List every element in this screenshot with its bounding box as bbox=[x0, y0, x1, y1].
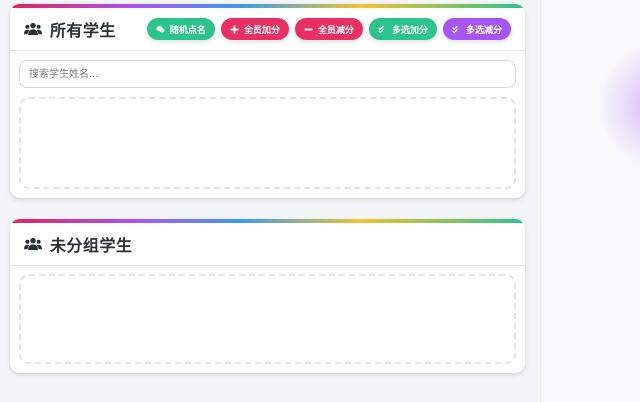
main-panel: 所有学生 随机点名 全员加分 全员减分 多选加分 多选减分 搜索学生姓名... … bbox=[0, 0, 540, 402]
student-list-dropzone[interactable] bbox=[19, 97, 516, 189]
search-wrapper bbox=[10, 51, 525, 88]
decorative-glow bbox=[601, 40, 640, 170]
multi-select-subtract-label: 多选减分 bbox=[465, 25, 502, 36]
card-header: 所有学生 随机点名 全员加分 全员减分 多选加分 多选减分 bbox=[10, 8, 525, 51]
double-check-icon bbox=[378, 25, 384, 33]
side-panel bbox=[540, 0, 640, 402]
random-call-label: 随机点名 bbox=[169, 25, 206, 36]
ungrouped-dropzone[interactable] bbox=[19, 274, 516, 364]
minus-icon bbox=[304, 28, 313, 30]
chat-bubble-icon bbox=[156, 25, 165, 33]
ungrouped-students-title: 未分组学生 bbox=[50, 236, 133, 255]
plus-icon bbox=[230, 24, 239, 34]
multi-select-add-label: 多选加分 bbox=[391, 25, 428, 36]
subtract-all-points-label: 全员减分 bbox=[317, 25, 354, 36]
multi-select-add-button[interactable]: 多选加分 bbox=[368, 18, 437, 40]
ungrouped-students-card: 未分组学生 bbox=[10, 219, 525, 373]
action-buttons: 随机点名 全员加分 全员减分 多选加分 多选减分 bbox=[146, 18, 511, 40]
users-icon bbox=[24, 237, 42, 250]
card-header: 未分组学生 bbox=[10, 223, 525, 266]
users-icon bbox=[24, 22, 42, 35]
app-window: 所有学生 随机点名 全员加分 全员减分 多选加分 多选减分 搜索学生姓名... … bbox=[0, 0, 640, 402]
all-students-title: 所有学生 bbox=[50, 21, 117, 40]
student-search-input[interactable] bbox=[19, 60, 516, 88]
double-check-icon bbox=[452, 25, 458, 33]
random-call-button[interactable]: 随机点名 bbox=[146, 18, 215, 40]
multi-select-subtract-button[interactable]: 多选减分 bbox=[442, 18, 511, 40]
add-all-points-button[interactable]: 全员加分 bbox=[220, 18, 289, 40]
add-all-points-label: 全员加分 bbox=[243, 25, 280, 36]
all-students-card: 所有学生 随机点名 全员加分 全员减分 多选加分 多选减分 搜索学生姓名... bbox=[10, 4, 525, 198]
subtract-all-points-button[interactable]: 全员减分 bbox=[294, 18, 363, 40]
